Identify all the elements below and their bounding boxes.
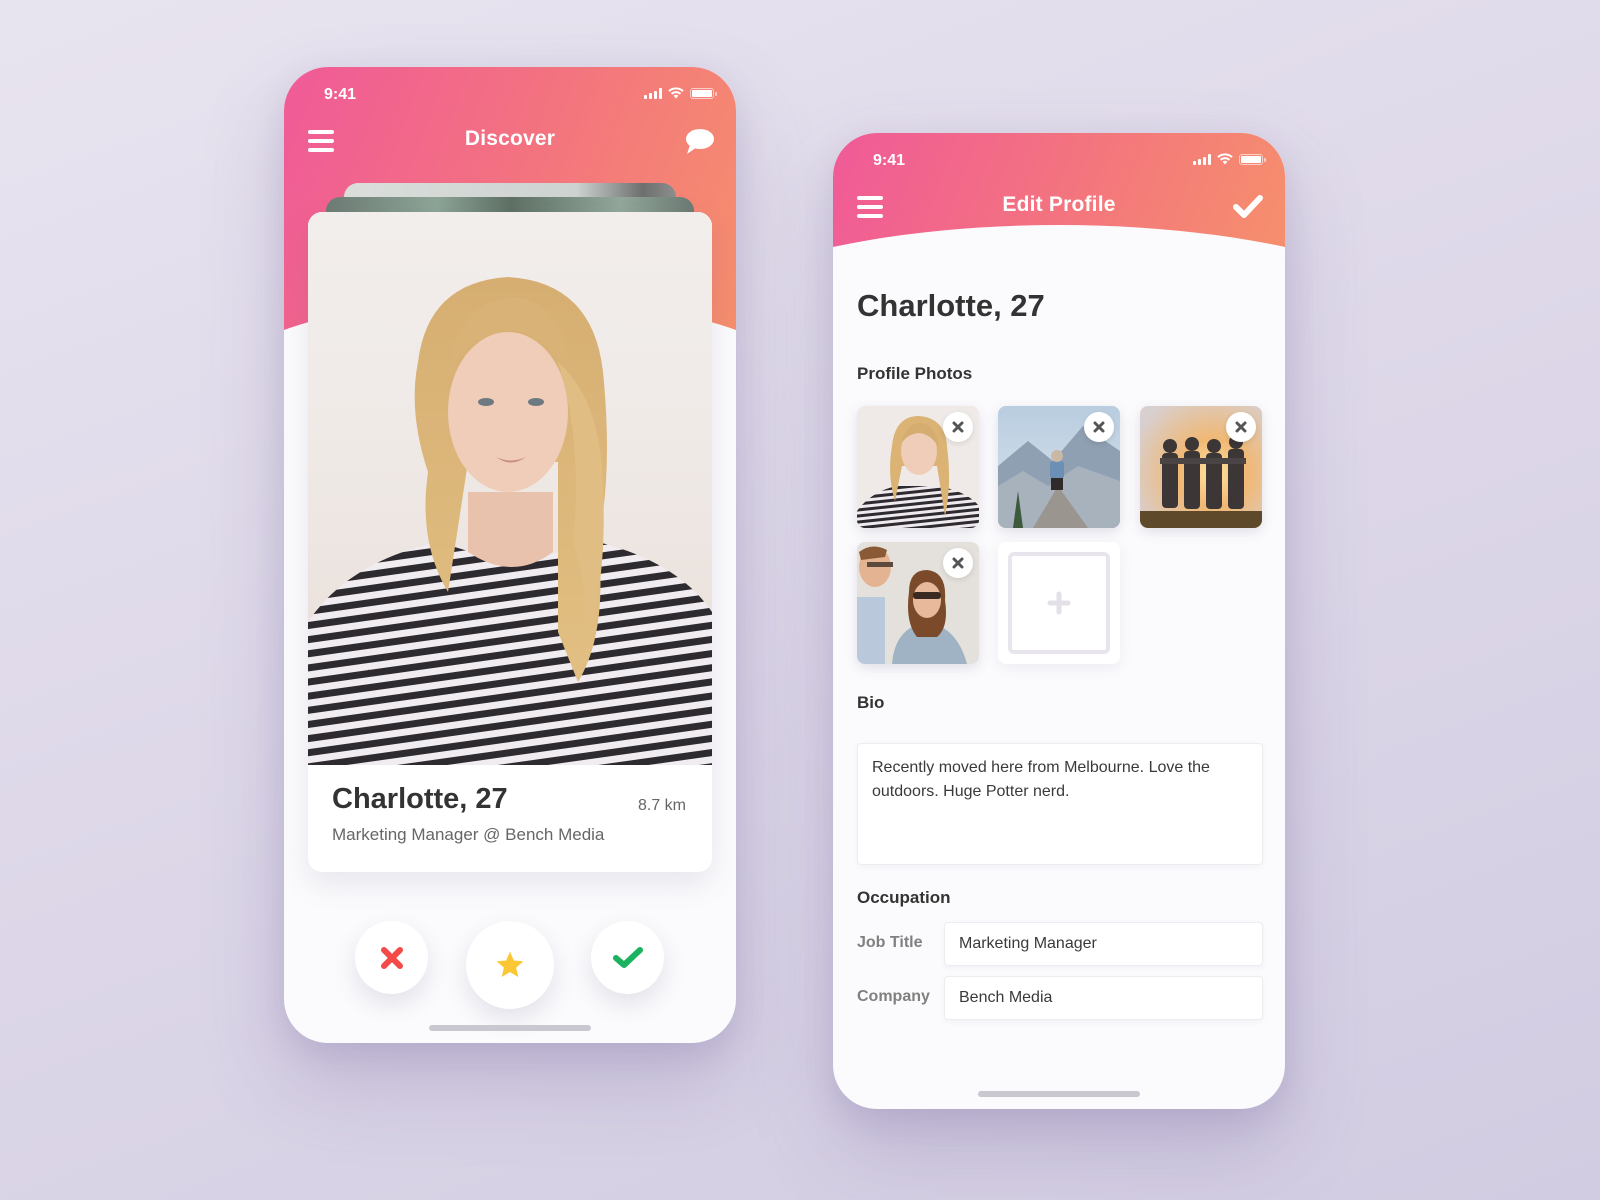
close-icon <box>1235 421 1247 433</box>
add-photo-button[interactable] <box>998 542 1120 664</box>
profile-photos-grid <box>857 406 1263 664</box>
close-icon <box>1093 421 1105 433</box>
like-button[interactable] <box>591 921 664 994</box>
signal-icon <box>644 87 662 99</box>
chat-bubble-icon[interactable] <box>684 128 714 156</box>
nav-bar: Discover <box>284 119 736 163</box>
home-indicator <box>429 1025 591 1031</box>
battery-icon <box>1239 153 1266 165</box>
star-icon <box>496 951 524 977</box>
status-bar: 9:41 <box>833 133 1285 189</box>
status-icons <box>1193 153 1266 165</box>
profile-photo-tile[interactable] <box>857 406 979 528</box>
job-title-label: Job Title <box>857 934 923 951</box>
profile-card[interactable]: Charlotte, 27 8.7 km Marketing Manager @… <box>308 212 712 872</box>
status-time: 9:41 <box>873 152 906 169</box>
company-input[interactable] <box>944 976 1263 1020</box>
profile-photos-label: Profile Photos <box>857 364 973 383</box>
check-icon <box>612 946 643 968</box>
status-bar: 9:41 <box>284 67 736 123</box>
job-title-input[interactable] <box>944 922 1263 966</box>
close-icon <box>952 421 964 433</box>
home-indicator <box>978 1091 1140 1097</box>
edit-profile-screen: 9:41 Edit Profile Charlotte, 27 Profile … <box>833 133 1285 1109</box>
profile-photo-tile[interactable] <box>1140 406 1262 528</box>
card-distance: 8.7 km <box>637 797 686 814</box>
job-title-row: Job Title <box>857 922 1263 966</box>
page-title: Edit Profile <box>1002 193 1116 216</box>
header-curve <box>833 225 1285 263</box>
nope-button[interactable] <box>355 921 428 994</box>
remove-photo-button[interactable] <box>1226 412 1256 442</box>
profile-photo-tile[interactable] <box>857 542 979 664</box>
bio-textarea[interactable]: Recently moved here from Melbourne. Love… <box>857 743 1263 865</box>
wifi-icon <box>1217 153 1233 165</box>
status-icons <box>644 87 717 99</box>
signal-icon <box>1193 153 1211 165</box>
occupation-label: Occupation <box>857 888 951 907</box>
card-name: Charlotte, 27 <box>332 783 508 815</box>
nav-bar: Edit Profile <box>833 185 1285 229</box>
plus-icon <box>1047 591 1071 615</box>
close-icon <box>380 946 403 969</box>
remove-photo-button[interactable] <box>943 412 973 442</box>
bio-label: Bio <box>857 693 885 712</box>
company-row: Company <box>857 976 1263 1020</box>
remove-photo-button[interactable] <box>943 548 973 578</box>
card-subtitle: Marketing Manager @ Bench Media <box>332 825 605 844</box>
company-label: Company <box>857 988 930 1005</box>
profile-photo <box>308 212 712 765</box>
status-time: 9:41 <box>324 86 357 103</box>
profile-name: Charlotte, 27 <box>857 288 1045 323</box>
battery-icon <box>690 87 717 99</box>
wifi-icon <box>668 87 684 99</box>
close-icon <box>952 557 964 569</box>
discover-screen: 9:41 Discover Charlotte, 27 8.7 km Marke… <box>284 67 736 1043</box>
save-check-icon[interactable] <box>1233 194 1263 222</box>
card-info: Charlotte, 27 8.7 km Marketing Manager @… <box>308 765 712 872</box>
remove-photo-button[interactable] <box>1084 412 1114 442</box>
profile-photo-tile[interactable] <box>998 406 1120 528</box>
super-like-button[interactable] <box>466 921 554 1009</box>
page-title: Discover <box>464 127 556 150</box>
